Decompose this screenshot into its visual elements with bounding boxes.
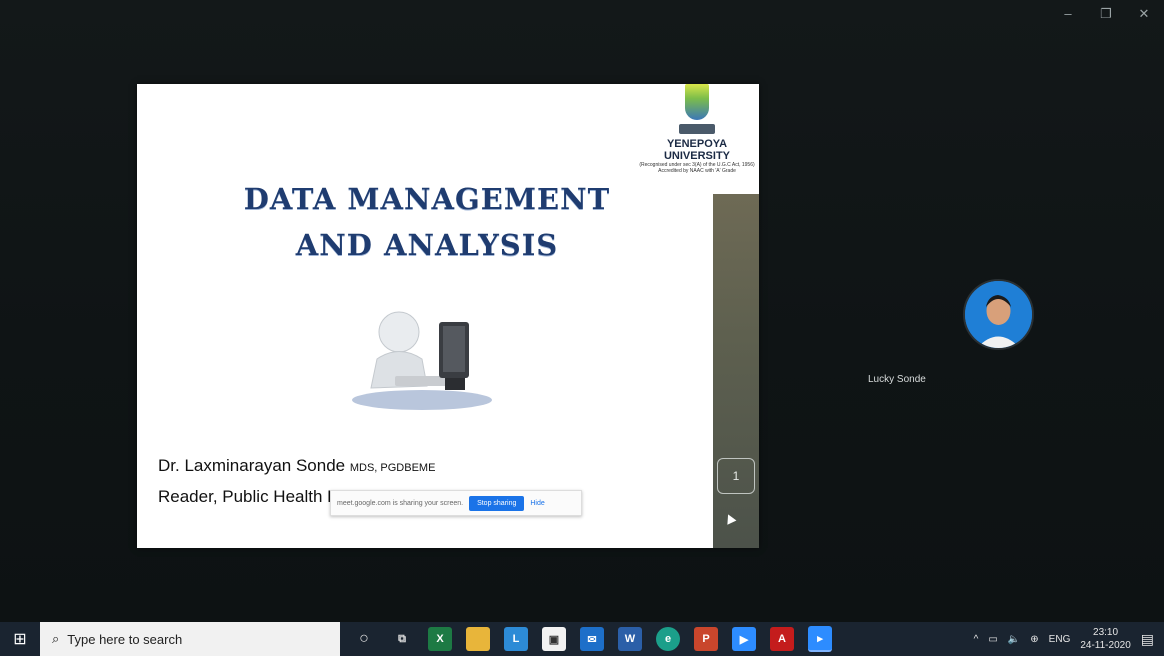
acrobat-icon[interactable]: A xyxy=(770,627,794,651)
windows-start-icon[interactable]: ⊞ xyxy=(0,622,40,656)
share-message: meet.google.com is sharing your screen. xyxy=(337,499,464,507)
battery-icon[interactable]: ▭ xyxy=(988,634,997,645)
edge-icon[interactable]: e xyxy=(656,627,680,651)
meet-screen: – ❐ ✕ YENEPOYA UNIVERSITY (Recognised un… xyxy=(0,0,1164,622)
notification-icon[interactable]: ▤ xyxy=(1141,631,1154,648)
screen-share-bar: meet.google.com is sharing your screen. … xyxy=(330,490,582,516)
computer-user-clipart-icon xyxy=(352,311,492,410)
language-indicator[interactable]: ENG xyxy=(1049,634,1071,645)
powerpoint-icon[interactable]: P xyxy=(694,627,718,651)
zoom-icon[interactable]: ▶ xyxy=(732,627,756,651)
participant-name: Lucky Sonde xyxy=(868,374,926,385)
tray-chevron-up-icon[interactable]: ^ xyxy=(974,634,979,645)
clock-time: 23:10 xyxy=(1093,627,1119,638)
logo-name-line2: UNIVERSITY xyxy=(663,150,730,162)
presentation-slide: YENEPOYA UNIVERSITY (Recognised under se… xyxy=(137,84,759,548)
network-icon[interactable]: ⊕ xyxy=(1030,634,1038,645)
logo-name-line1: YENEPOYA xyxy=(666,138,728,150)
slide-title-line1: DATA MANAGEMENT xyxy=(243,182,611,216)
minimize-icon[interactable]: – xyxy=(1060,6,1076,22)
university-logo: YENEPOYA UNIVERSITY (Recognised under se… xyxy=(638,84,756,174)
logo-subtitle: (Recognised under sec 3(A) of the U.G.C … xyxy=(639,162,755,174)
store-icon[interactable]: ▣ xyxy=(542,627,566,651)
taskbar-apps: ○ ⧉ X L ▣ ✉ W e P ▶ A ▸ xyxy=(352,626,832,652)
media-player-icon[interactable]: ▸ xyxy=(808,626,832,652)
cortana-icon[interactable]: ○ xyxy=(352,627,376,651)
taskbar-search-box[interactable]: ⌕ Type here to search xyxy=(40,622,340,656)
search-placeholder: Type here to search xyxy=(67,631,183,647)
slide-title-line2: AND ANALYSIS xyxy=(295,228,559,262)
volume-icon[interactable]: 🔈 xyxy=(1008,634,1020,645)
clock-date: 24-11-2020 xyxy=(1080,640,1131,651)
university-emblem-icon xyxy=(679,84,715,138)
slide-title: DATA MANAGEMENT AND ANALYSIS xyxy=(217,176,637,268)
word-icon[interactable]: W xyxy=(618,627,642,651)
file-explorer-icon[interactable] xyxy=(466,627,490,651)
taskbar: ⊞ ⌕ Type here to search ○ ⧉ X L ▣ ✉ W e … xyxy=(0,622,1164,656)
system-tray: ^ ▭ 🔈 ⊕ ENG 23:10 24-11-2020 ▤ xyxy=(974,622,1154,656)
participant-avatar[interactable] xyxy=(963,279,1034,350)
slide-side-strip xyxy=(713,194,759,548)
excel-icon[interactable]: X xyxy=(428,627,452,651)
author-line: Dr. Laxminarayan Sonde MDS, PGDBEME xyxy=(158,456,435,476)
l-app-icon[interactable]: L xyxy=(504,627,528,651)
mail-icon[interactable]: ✉ xyxy=(580,627,604,651)
hide-share-bar-button[interactable]: Hide xyxy=(530,500,544,507)
author-qualifications: MDS, PGDBEME xyxy=(349,462,436,474)
close-icon[interactable]: ✕ xyxy=(1136,6,1152,22)
clock[interactable]: 23:10 24-11-2020 xyxy=(1080,626,1130,652)
stop-sharing-button[interactable]: Stop sharing xyxy=(469,495,525,511)
person-icon xyxy=(965,281,1032,348)
author-name: Dr. Laxminarayan Sonde xyxy=(158,456,346,475)
slide-page-number: 1 xyxy=(717,458,755,494)
search-icon: ⌕ xyxy=(52,631,60,646)
window-controls: – ❐ ✕ xyxy=(1060,6,1152,22)
maximize-icon[interactable]: ❐ xyxy=(1098,6,1114,22)
task-view-icon[interactable]: ⧉ xyxy=(390,627,414,651)
